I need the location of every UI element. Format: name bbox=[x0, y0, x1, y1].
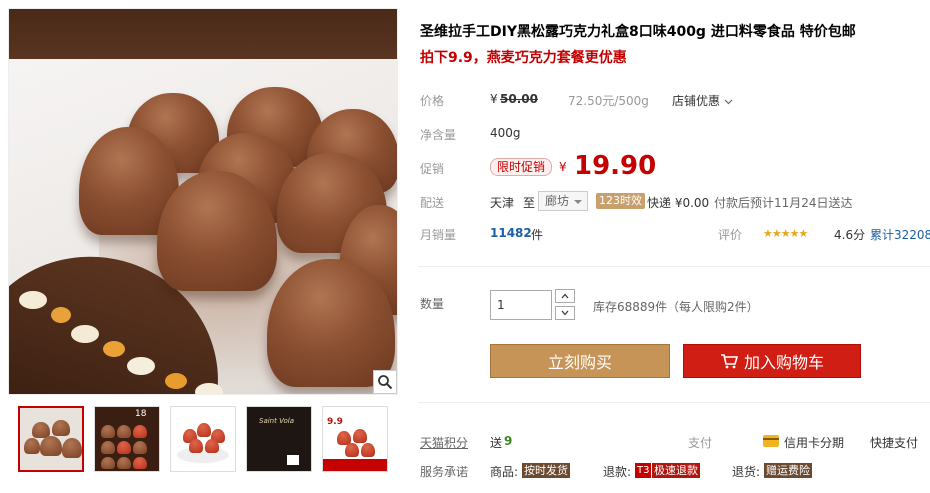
chevron-down-icon bbox=[574, 200, 583, 204]
monthly-sales-unit: 件 bbox=[531, 228, 544, 242]
thumb-2-box-red[interactable]: 18 bbox=[94, 406, 160, 472]
divider-line bbox=[418, 402, 930, 403]
rating-label: 评价 bbox=[718, 228, 743, 242]
points-value: 9 bbox=[504, 434, 513, 448]
quantity-input[interactable] bbox=[490, 290, 552, 320]
monthly-sales-label: 月销量 bbox=[420, 228, 457, 242]
quantity-label: 数量 bbox=[420, 297, 445, 311]
stepper-down-icon bbox=[561, 310, 569, 316]
thumb-4-brand: Saint Vola bbox=[259, 417, 294, 425]
fast-refund-tag[interactable]: 极速退款 bbox=[652, 463, 700, 478]
thumb-1-truffles-plate[interactable] bbox=[18, 406, 84, 472]
add-to-cart-button[interactable]: 加入购物车 bbox=[683, 344, 861, 378]
price-label: 价格 bbox=[420, 94, 445, 108]
shipping-fee: 快递 ¥0.00 bbox=[647, 196, 710, 210]
thumb-5-label: 9.9 bbox=[327, 417, 343, 427]
promo-label: 促销 bbox=[420, 162, 445, 176]
points-prefix: 送 bbox=[490, 436, 503, 450]
delivery-from: 天津 bbox=[490, 196, 515, 210]
divider-line bbox=[418, 266, 930, 267]
quick-pay[interactable]: 快捷支付 bbox=[870, 434, 918, 451]
stock-text: 库存68889件 bbox=[593, 300, 668, 314]
thumb-3-truffles-bowl[interactable] bbox=[170, 406, 236, 472]
tmall-points-link[interactable]: 天猫积分 bbox=[420, 434, 468, 451]
shipping-insurance-tag[interactable]: 赠运费险 bbox=[764, 463, 812, 478]
promo-tag: 限时促销 bbox=[490, 158, 553, 176]
zoom-icon bbox=[378, 375, 393, 390]
refund-label: 退款: bbox=[603, 465, 632, 479]
shop-discount-label: 店铺优惠 bbox=[672, 94, 721, 108]
destination-select[interactable]: 廊坊 bbox=[538, 191, 589, 211]
buy-now-button[interactable]: 立刻购买 bbox=[490, 344, 670, 378]
main-product-image[interactable] bbox=[8, 8, 398, 395]
monthly-sales-count: 11482 bbox=[490, 226, 532, 240]
credit-card-installment[interactable]: 信用卡分期 bbox=[784, 434, 844, 451]
orange-dot bbox=[103, 341, 125, 357]
timely-badge: 123时效 bbox=[596, 193, 645, 209]
delivery-label: 配送 bbox=[420, 196, 445, 210]
on-time-shipping-tag[interactable]: 按时发货 bbox=[522, 463, 570, 478]
purchase-limit-text: （每人限购2件） bbox=[667, 300, 759, 314]
delivery-to-word: 至 bbox=[523, 196, 536, 210]
promo-price: 19.90 bbox=[574, 151, 657, 181]
product-title: 圣维拉手工DIY黑松露巧克力礼盒8口味400g 进口料零食品 特价包邮 bbox=[420, 24, 856, 40]
original-price: 50.00 bbox=[500, 92, 538, 106]
shop-discount-dropdown[interactable]: 店铺优惠 bbox=[672, 92, 733, 109]
zoom-button[interactable] bbox=[373, 370, 397, 394]
quantity-decrease-button[interactable] bbox=[555, 306, 575, 320]
net-weight-value: 400g bbox=[490, 126, 521, 140]
cream-dot bbox=[195, 383, 223, 394]
net-weight-label: 净含量 bbox=[420, 128, 457, 142]
quantity-increase-button[interactable] bbox=[555, 289, 575, 303]
thumb-2-label: 18 bbox=[135, 409, 147, 419]
cream-dot bbox=[127, 357, 155, 375]
chevron-down-icon bbox=[724, 99, 733, 104]
goods-label: 商品: bbox=[490, 465, 519, 479]
delivery-eta: 付款后预计11月24日送达 bbox=[714, 196, 853, 210]
cart-icon bbox=[720, 354, 738, 369]
meta-panel: 价格 ¥ 50.00 72.50元/500g 店铺优惠 净含量 400g 促销 … bbox=[418, 78, 930, 253]
unit-price: 72.50元/500g bbox=[568, 94, 649, 108]
thumb-5-promo-9.9[interactable]: 9.9 bbox=[322, 406, 388, 472]
cream-dot bbox=[71, 325, 99, 343]
pay-label: 支付 bbox=[688, 436, 713, 450]
stepper-up-icon bbox=[561, 293, 569, 299]
thumbnail-strip: 18 Saint Vola 9.9 bbox=[18, 406, 388, 474]
service-label: 服务承诺 bbox=[420, 465, 469, 479]
destination-value: 廊坊 bbox=[545, 194, 570, 208]
rating-score: 4.6分 bbox=[834, 228, 866, 242]
cream-dot bbox=[19, 291, 47, 309]
credit-card-icon bbox=[763, 435, 779, 447]
thumb-4-dark-box[interactable]: Saint Vola bbox=[246, 406, 312, 472]
add-to-cart-label: 加入购物车 bbox=[743, 353, 824, 372]
price-currency: ¥ bbox=[490, 92, 498, 106]
review-total-link[interactable]: 累计32208 bbox=[870, 226, 930, 243]
orange-dot bbox=[165, 373, 187, 389]
promo-currency: ¥ bbox=[559, 160, 567, 174]
rating-stars: ★★★★★ bbox=[763, 227, 808, 240]
t3-badge: T3 bbox=[635, 463, 652, 478]
product-subtitle: 拍下9.9，燕麦巧克力套餐更优惠 bbox=[420, 50, 627, 66]
return-label: 退货: bbox=[732, 465, 761, 479]
orange-dot bbox=[51, 307, 71, 323]
